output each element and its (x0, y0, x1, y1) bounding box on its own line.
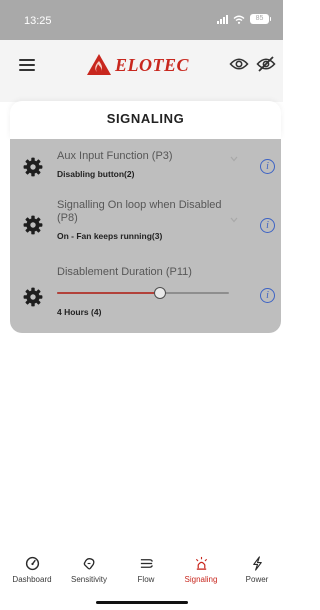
battery-icon: 85 (250, 14, 271, 24)
setting-label: Aux Input Function (P3) (57, 150, 173, 162)
setting-aux-input-function[interactable]: Aux Input Function (P3) Disabling button… (10, 139, 281, 199)
status-time: 13:25 (24, 15, 52, 27)
info-icon[interactable]: i (260, 159, 275, 174)
menu-icon[interactable] (19, 59, 35, 71)
info-icon[interactable]: i (260, 288, 275, 303)
nav-label: Dashboard (12, 575, 52, 584)
nav-label: Signaling (184, 575, 218, 584)
sensitivity-icon (83, 558, 94, 570)
chevron-down-icon[interactable] (230, 156, 238, 162)
page-title: SIGNALING (106, 111, 185, 126)
app-header: ELOTEC (0, 40, 283, 102)
gear-icon (23, 157, 43, 177)
eye-icon[interactable] (229, 57, 249, 71)
slider-thumb[interactable] (154, 287, 167, 299)
nav-dashboard[interactable]: Dashboard (2, 556, 62, 584)
nav-flow[interactable]: Flow (116, 556, 176, 584)
duration-slider[interactable] (57, 287, 229, 299)
setting-value: On - Fan keeps running(3) (57, 231, 163, 241)
setting-label: Disablement Duration (P11) (57, 266, 192, 278)
bottom-nav: Dashboard Sensitivity Flow Signaling Pow… (0, 548, 283, 592)
info-icon[interactable]: i (260, 218, 275, 233)
setting-label: Signalling On loop when Disabled (P8) (57, 199, 222, 224)
wifi-icon (233, 15, 245, 24)
flow-icon (140, 559, 153, 568)
chevron-down-icon[interactable] (230, 217, 238, 223)
nav-sensitivity[interactable]: Sensitivity (59, 556, 119, 584)
alarm-light-icon (195, 556, 207, 570)
setting-disablement-duration: Disablement Duration (P11) 4 Hours (4) i (10, 259, 281, 333)
gauge-icon (25, 556, 39, 571)
gear-icon (23, 215, 43, 235)
nav-label: Power (245, 575, 269, 584)
logo-flame-icon (87, 54, 111, 75)
settings-panel: Aux Input Function (P3) Disabling button… (10, 139, 281, 333)
page-title-bar: SIGNALING (10, 101, 281, 139)
setting-value: 4 Hours (4) (57, 307, 102, 317)
status-bar: 13:25 85 (0, 0, 283, 40)
gear-icon (23, 287, 43, 307)
power-bolt-icon (252, 556, 262, 571)
nav-label: Flow (137, 575, 155, 584)
cellular-signal-icon (217, 14, 228, 24)
nav-power[interactable]: Power (227, 556, 287, 584)
slider-fill (57, 292, 161, 294)
setting-value: Disabling button(2) (57, 169, 135, 179)
setting-signalling-on-loop[interactable]: Signalling On loop when Disabled (P8) On… (10, 199, 281, 259)
status-icons: 85 (217, 14, 271, 24)
eye-off-icon[interactable] (256, 56, 276, 72)
logo: ELOTEC (86, 52, 189, 78)
nav-signaling[interactable]: Signaling (171, 556, 231, 584)
signaling-card: SIGNALING Aux Input Function (P3) Disabl… (10, 101, 281, 333)
nav-label: Sensitivity (70, 575, 107, 584)
home-indicator (96, 601, 188, 604)
logo-text: ELOTEC (115, 54, 190, 75)
